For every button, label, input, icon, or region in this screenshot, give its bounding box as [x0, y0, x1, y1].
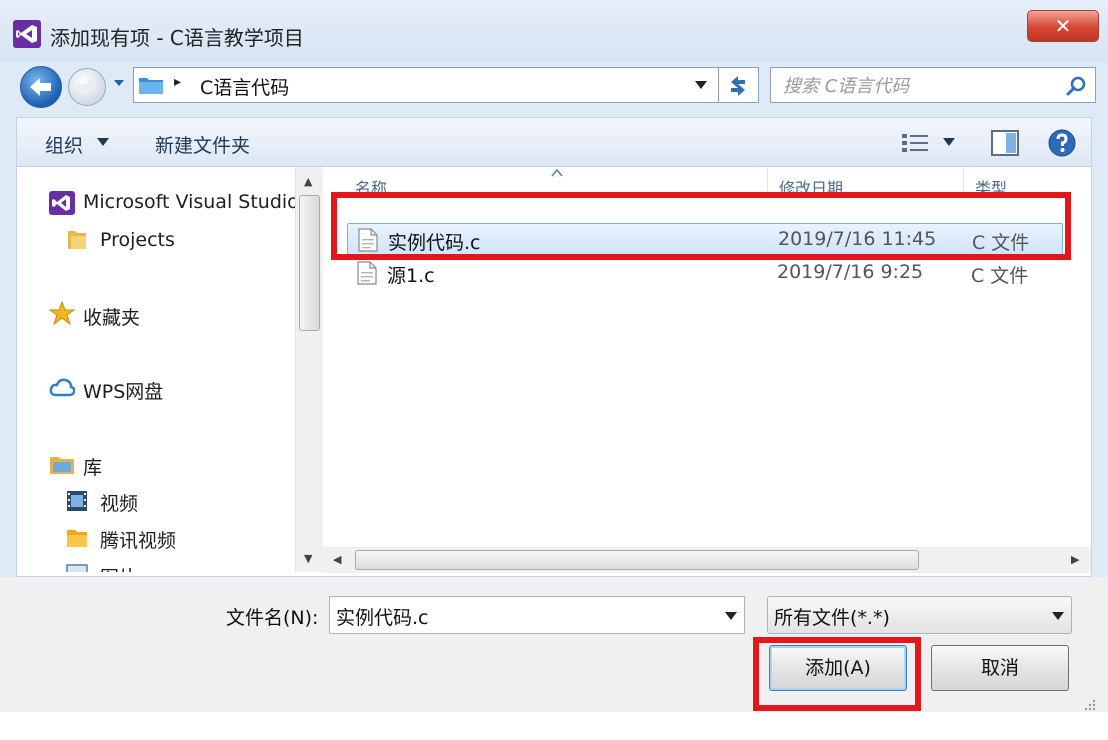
folder-icon [65, 526, 91, 550]
add-existing-item-dialog: 添加现有项 - C语言教学项目 ✕ ▸ C语言代码 搜索 C语言代码 组织 新建… [0, 0, 1108, 740]
nav-item-videos[interactable]: 视频 [100, 489, 138, 516]
video-icon [65, 489, 91, 513]
file-name: 源1.c [387, 265, 435, 287]
column-header-date[interactable]: 修改日期 [779, 175, 959, 203]
help-icon[interactable] [1047, 128, 1077, 158]
search-box[interactable] [770, 67, 1096, 103]
add-button[interactable]: 添加(A) [769, 645, 907, 691]
navigation-pane: Microsoft Visual Studio Projects 收藏夹 WPS… [17, 167, 295, 572]
preview-pane-icon[interactable] [991, 130, 1019, 156]
refresh-button[interactable] [719, 67, 759, 103]
filename-label: 文件名(N): [226, 607, 319, 629]
column-header-type[interactable]: 类型 [975, 175, 1085, 203]
scroll-up-icon[interactable]: ▲ [304, 175, 312, 188]
file-name: 实例代码.c [388, 232, 481, 254]
visual-studio-icon [13, 20, 41, 48]
file-modified-date: 2019/7/16 11:45 [778, 228, 937, 250]
back-button[interactable] [20, 66, 62, 108]
content-area: Microsoft Visual Studio Projects 收藏夹 WPS… [16, 167, 1092, 577]
breadcrumb-separator[interactable]: ▸ [174, 74, 181, 90]
column-header-name[interactable]: 名称 [355, 175, 755, 203]
organize-button[interactable]: 组织 [45, 131, 83, 158]
file-type-filter-value: 所有文件(*.*) [774, 607, 890, 629]
scroll-down-icon[interactable]: ▼ [304, 552, 312, 565]
new-folder-button[interactable]: 新建文件夹 [155, 131, 250, 158]
nav-item-visual-studio[interactable]: Microsoft Visual Studio [83, 191, 295, 213]
file-row[interactable]: 源1.c 2019/7/16 9:25 C 文件 [347, 257, 1063, 289]
nav-item-wps-cloud[interactable]: WPS网盘 [83, 377, 163, 404]
scroll-left-icon[interactable]: ◀ [333, 553, 341, 566]
column-divider [767, 167, 768, 197]
forward-button[interactable] [68, 68, 106, 106]
chevron-down-icon[interactable] [97, 138, 109, 146]
cancel-button[interactable]: 取消 [931, 645, 1069, 691]
file-list: 名称 修改日期 类型 实例代码.c 2019/7/16 11:45 C 文件 源… [323, 167, 1091, 573]
column-divider [963, 167, 964, 197]
window-title: 添加现有项 - C语言教学项目 [50, 26, 304, 50]
refresh-icon [731, 76, 745, 96]
file-type: C 文件 [971, 265, 1029, 287]
command-toolbar: 组织 新建文件夹 [16, 117, 1092, 167]
filename-input[interactable] [334, 602, 708, 630]
star-icon [48, 300, 76, 326]
nav-item-projects[interactable]: Projects [100, 229, 175, 251]
file-row[interactable]: 实例代码.c 2019/7/16 11:45 C 文件 [347, 223, 1063, 255]
search-icon[interactable] [1065, 74, 1089, 98]
arrow-left-icon [30, 78, 51, 96]
nav-item-pictures[interactable]: 图片 [100, 563, 138, 572]
nav-item-favorites[interactable]: 收藏夹 [83, 303, 140, 330]
cloud-icon [49, 376, 76, 400]
chevron-down-icon[interactable] [1051, 611, 1065, 621]
search-input[interactable] [781, 72, 1055, 100]
nav-item-tencent-video[interactable]: 腾讯视频 [100, 526, 176, 553]
horizontal-scrollbar[interactable]: ◀ ▶ [323, 547, 1091, 573]
breadcrumb-current-folder[interactable]: C语言代码 [200, 73, 289, 100]
view-options-icon[interactable] [901, 132, 929, 154]
nav-item-libraries[interactable]: 库 [83, 453, 102, 480]
window-bottom-edge [0, 712, 1108, 740]
history-dropdown-icon[interactable] [112, 76, 126, 90]
file-type: C 文件 [972, 232, 1030, 254]
address-bar[interactable]: ▸ C语言代码 [133, 67, 719, 103]
visual-studio-icon [49, 191, 75, 215]
file-icon [357, 261, 377, 285]
filename-combobox[interactable] [329, 596, 745, 634]
scrollbar-thumb[interactable] [299, 195, 320, 331]
folder-icon [139, 78, 163, 94]
resize-grip-icon[interactable] [1082, 697, 1096, 711]
chevron-down-icon[interactable] [943, 138, 955, 146]
picture-icon [65, 563, 91, 572]
close-button[interactable]: ✕ [1027, 10, 1099, 42]
folder-icon [65, 228, 91, 252]
sort-ascending-icon [551, 169, 563, 177]
library-icon [49, 453, 75, 477]
chevron-down-icon[interactable] [694, 80, 708, 90]
scrollbar-thumb[interactable] [355, 550, 919, 570]
file-icon [358, 228, 378, 252]
navigation-scrollbar[interactable]: ▲ ▼ [295, 167, 323, 572]
scroll-right-icon[interactable]: ▶ [1071, 553, 1079, 566]
chevron-down-icon[interactable] [724, 611, 738, 621]
close-icon: ✕ [1054, 14, 1072, 38]
arrow-right-icon [78, 79, 97, 95]
file-type-filter-select[interactable]: 所有文件(*.*) [767, 596, 1072, 634]
file-modified-date: 2019/7/16 9:25 [777, 261, 924, 283]
title-bar: 添加现有项 - C语言教学项目 ✕ [0, 0, 1108, 62]
